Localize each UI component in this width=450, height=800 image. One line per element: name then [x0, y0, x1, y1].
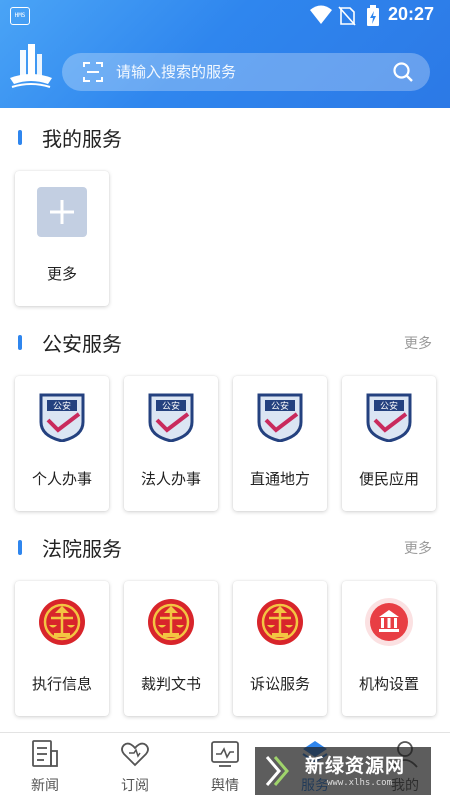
search-bar[interactable] — [62, 53, 430, 91]
court-service-card[interactable]: 机构设置 — [342, 581, 436, 716]
card-label: 直通地方 — [249, 470, 310, 488]
court-emblem-icon — [148, 599, 194, 645]
card-label: 机构设置 — [358, 675, 419, 693]
header: HMS 20:27 — [0, 0, 450, 108]
watermark-logo-icon — [265, 756, 289, 786]
building-icon — [365, 598, 413, 646]
scan-icon[interactable] — [82, 61, 104, 83]
search-icon[interactable] — [392, 61, 414, 83]
court-emblem-icon — [257, 599, 303, 645]
app-logo-icon — [10, 44, 52, 88]
card-label: 诉讼服务 — [249, 675, 310, 693]
card-label: 更多 — [46, 265, 77, 283]
court-services-title: 法院服务 — [42, 537, 122, 561]
court-service-card[interactable]: 执行信息 — [15, 581, 109, 716]
card-label: 裁判文书 — [140, 675, 201, 693]
section-marker — [18, 130, 22, 145]
tab-subscribe[interactable]: 订阅 — [90, 733, 180, 800]
police-badge-icon: 公安 — [148, 393, 194, 442]
court-service-card[interactable]: 裁判文书 — [124, 581, 218, 716]
no-sim-icon — [338, 6, 356, 26]
police-services-title: 公安服务 — [42, 332, 122, 356]
sim-icon: HMS — [10, 7, 30, 25]
tab-news[interactable]: 新闻 — [0, 733, 90, 800]
police-badge-icon: 公安 — [39, 393, 85, 442]
status-time: 20:27 — [388, 4, 435, 24]
search-input[interactable] — [116, 59, 386, 85]
card-label: 个人办事 — [31, 470, 92, 488]
my-services-header: 我的服务 — [0, 121, 450, 153]
court-services-header: 法院服务 更多 — [0, 531, 450, 563]
tab-label: 新闻 — [31, 778, 59, 794]
section-marker — [18, 335, 22, 350]
card-label: 法人办事 — [140, 470, 201, 488]
police-service-card[interactable]: 公安 个人办事 — [15, 376, 109, 511]
my-services-title: 我的服务 — [42, 127, 122, 151]
tab-label: 订阅 — [121, 778, 149, 794]
police-badge-icon: 公安 — [257, 393, 303, 442]
my-service-more-card[interactable]: 更多 — [15, 171, 109, 306]
plus-icon — [37, 187, 87, 237]
police-service-card[interactable]: 公安 便民应用 — [342, 376, 436, 511]
police-services-header: 公安服务 更多 — [0, 326, 450, 358]
monitor-icon — [211, 741, 239, 767]
court-service-card[interactable]: 诉讼服务 — [233, 581, 327, 716]
police-service-card[interactable]: 公安 法人办事 — [124, 376, 218, 511]
badge-text: 公安 — [162, 400, 180, 412]
section-marker — [18, 540, 22, 555]
watermark-url: www.xlhs.com — [327, 778, 393, 788]
police-badge-icon: 公安 — [366, 393, 412, 442]
heart-icon — [121, 742, 149, 767]
watermark: 新绿资源网 www.xlhs.com — [255, 747, 431, 795]
watermark-text: 新绿资源网 — [305, 755, 406, 777]
police-more-link[interactable]: 更多 — [404, 333, 432, 353]
battery-charging-icon — [367, 5, 379, 26]
wifi-icon — [310, 5, 332, 24]
news-icon — [32, 740, 58, 767]
status-bar: HMS 20:27 — [0, 0, 450, 34]
card-label: 执行信息 — [31, 675, 92, 693]
card-label: 便民应用 — [358, 470, 419, 488]
badge-text: 公安 — [380, 400, 398, 412]
court-more-link[interactable]: 更多 — [404, 538, 432, 558]
badge-text: 公安 — [271, 400, 289, 412]
police-service-card[interactable]: 公安 直通地方 — [233, 376, 327, 511]
court-emblem-icon — [39, 599, 85, 645]
badge-text: 公安 — [53, 400, 71, 412]
